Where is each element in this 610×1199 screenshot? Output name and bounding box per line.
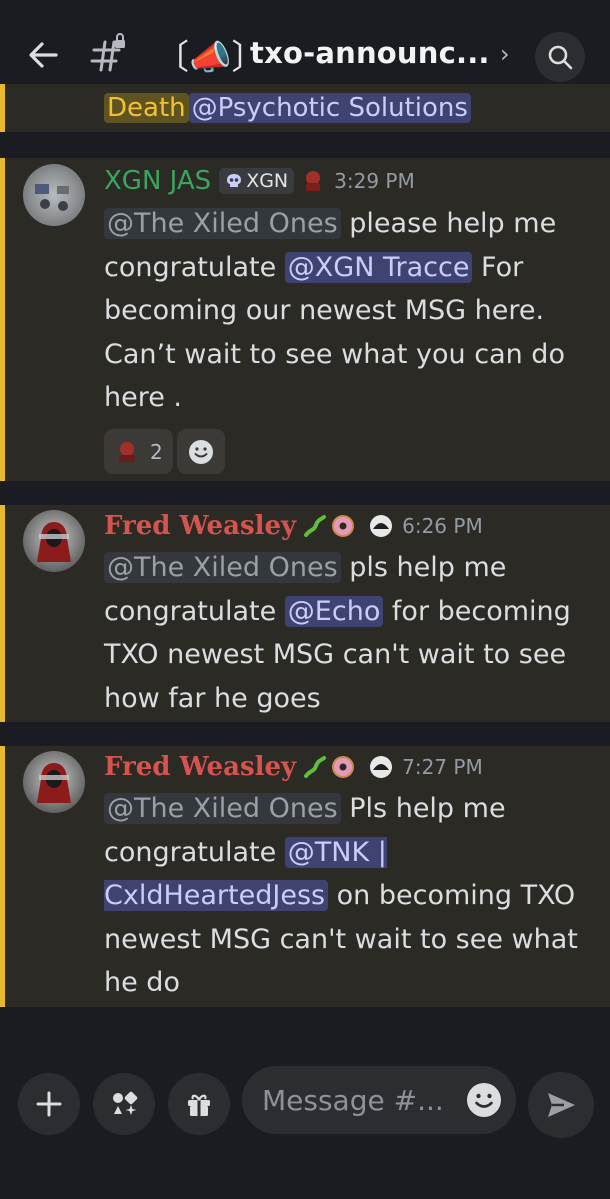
message-item[interactable]: XGN JAS XGN 3:29 PM @The Xiled Ones plea… xyxy=(0,158,610,481)
avatar[interactable] xyxy=(23,164,85,226)
skull-icon xyxy=(227,174,242,187)
role-badge-icon xyxy=(306,171,321,191)
reaction-pill[interactable]: 2 xyxy=(104,429,173,474)
role-mention[interactable]: @The Xiled Ones xyxy=(104,208,341,239)
message-header: XGN JAS XGN 3:29 PM xyxy=(104,166,415,196)
apps-button[interactable] xyxy=(93,1073,155,1135)
donut-emoji xyxy=(332,515,355,537)
message-input[interactable] xyxy=(262,1066,462,1134)
lizard-emoji xyxy=(304,515,327,537)
message-partial[interactable]: Death @Psychotic Solutions xyxy=(0,84,610,132)
message-text: @The Xiled Ones please help me congratul… xyxy=(104,202,594,420)
chevron-right-icon[interactable]: › xyxy=(500,40,510,68)
send-icon xyxy=(548,1093,575,1117)
server-tag[interactable]: XGN xyxy=(219,168,295,194)
lizard-emoji xyxy=(304,756,327,778)
send-button[interactable] xyxy=(528,1072,594,1138)
back-button[interactable] xyxy=(20,32,66,78)
plus-icon xyxy=(36,1091,62,1117)
gift-button[interactable] xyxy=(168,1073,230,1135)
server-tag-label: XGN xyxy=(246,170,289,192)
add-attachment-button[interactable] xyxy=(18,1073,80,1135)
role-badge-icon xyxy=(370,756,393,778)
message-text: @The Xiled Ones pls help me congratulate… xyxy=(104,546,594,720)
timestamp: 6:26 PM xyxy=(402,514,483,538)
add-reaction-button[interactable] xyxy=(176,429,225,474)
avatar[interactable] xyxy=(23,510,85,572)
message-input-box[interactable] xyxy=(242,1066,516,1134)
timestamp: 3:29 PM xyxy=(334,169,415,193)
author-name[interactable]: XGN JAS xyxy=(104,166,211,196)
search-icon xyxy=(548,45,573,70)
message-text: @The Xiled Ones Pls help me congratulate… xyxy=(104,787,594,1005)
timestamp: 7:27 PM xyxy=(402,755,483,779)
message-header: Fred Weasley 6:26 PM xyxy=(104,511,483,541)
add-reaction-icon xyxy=(188,439,213,464)
custom-emoji-icon xyxy=(119,441,135,462)
apps-icon xyxy=(113,1091,138,1115)
user-mention[interactable]: @XGN Tracce xyxy=(284,251,473,283)
role-badge-icon xyxy=(370,515,393,537)
gift-icon xyxy=(188,1094,210,1116)
message-item[interactable]: Fred Weasley 6:26 PM @The Xiled Ones pls… xyxy=(0,505,610,722)
user-mention[interactable]: Death xyxy=(104,93,189,123)
message-item[interactable]: Fred Weasley 7:27 PM @The Xiled Ones Pls… xyxy=(0,746,610,1007)
reaction-count: 2 xyxy=(150,439,163,464)
role-mention[interactable]: @The Xiled Ones xyxy=(104,793,341,824)
user-mention[interactable]: @Psychotic Solutions xyxy=(188,93,471,123)
avatar[interactable] xyxy=(23,751,85,813)
emoji-icon[interactable] xyxy=(466,1082,502,1118)
message-composer xyxy=(0,1050,610,1199)
channel-emoji: 〔📣〕 xyxy=(155,38,266,78)
search-button[interactable] xyxy=(535,32,585,82)
hash-lock-icon xyxy=(86,32,132,78)
donut-emoji xyxy=(332,756,355,778)
channel-name[interactable]: txo-announc... xyxy=(250,36,490,70)
author-name[interactable]: Fred Weasley xyxy=(104,511,296,541)
author-name[interactable]: Fred Weasley xyxy=(104,752,296,782)
message-header: Fred Weasley 7:27 PM xyxy=(104,752,483,782)
user-mention[interactable]: @Echo xyxy=(284,595,384,627)
arrow-left-icon xyxy=(29,42,58,68)
message-text: Death @Psychotic Solutions xyxy=(104,93,471,123)
role-mention[interactable]: @The Xiled Ones xyxy=(104,552,341,583)
reactions: 2 xyxy=(104,429,225,474)
